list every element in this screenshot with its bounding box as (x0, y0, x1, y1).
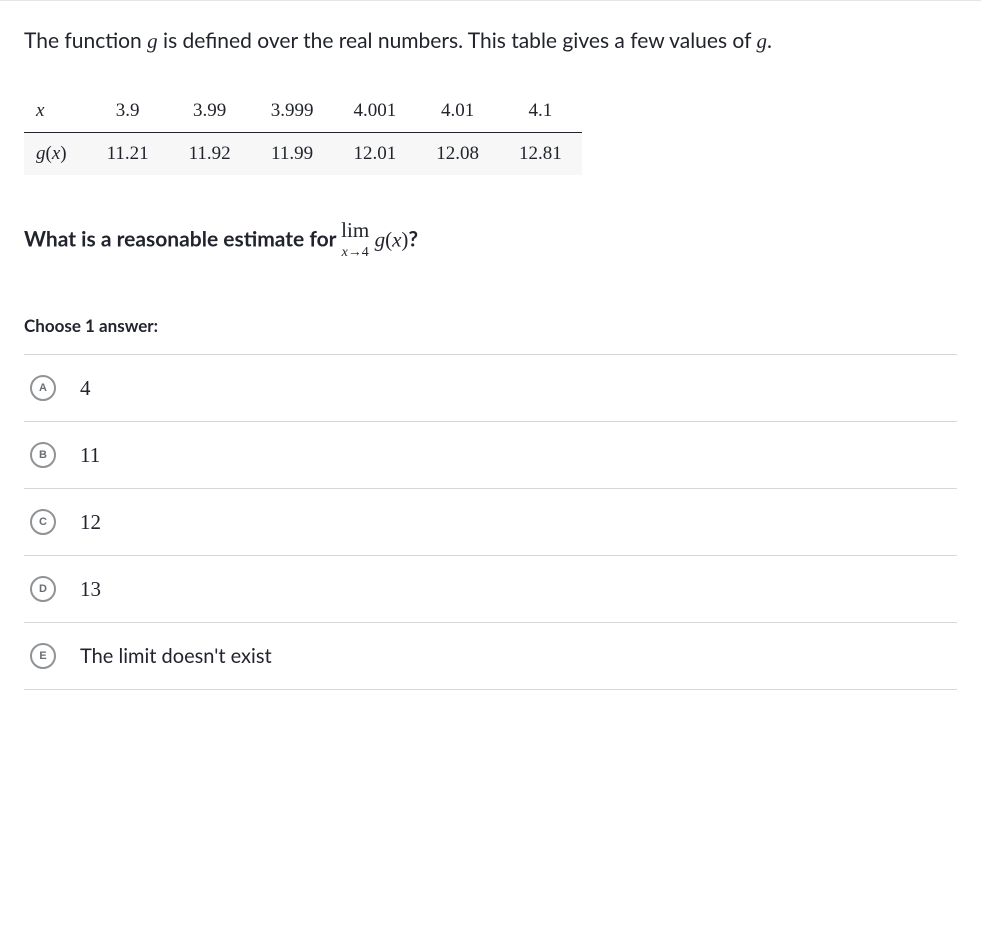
g-val: 11.21 (87, 132, 169, 175)
problem-intro: The function g is defined over the real … (24, 25, 957, 58)
intro-part3: . (767, 28, 772, 53)
radio-letter: B (30, 442, 56, 468)
limit-expression: limx→4 (341, 215, 369, 268)
intro-fn: g (147, 29, 158, 53)
question: What is a reasonable estimate for limx→4… (24, 215, 957, 268)
gx-expression: g(x) (375, 227, 409, 251)
intro-part1: The function (24, 28, 147, 53)
choose-prompt: Choose 1 answer: (24, 315, 957, 336)
intro-fn2: g (756, 29, 767, 53)
row-label-x: x (24, 90, 87, 133)
answer-list: A 4 B 11 C 12 D 13 E The limit doesn't e… (24, 354, 957, 690)
g-val: 12.81 (499, 132, 582, 175)
x-val: 4.1 (499, 90, 582, 133)
radio-letter: C (30, 509, 56, 535)
table-row-gx: g(x) 11.21 11.92 11.99 12.01 12.08 12.81 (24, 132, 582, 175)
g-val: 11.92 (169, 132, 251, 175)
question-suffix: ? (408, 226, 418, 251)
row-label-gx: g(x) (24, 132, 87, 175)
radio-letter: A (30, 375, 56, 401)
g-val: 11.99 (251, 132, 334, 175)
question-prefix: What is a reasonable estimate for (24, 226, 341, 251)
answer-text: 13 (80, 577, 101, 602)
g-val: 12.01 (333, 132, 416, 175)
answer-option-b[interactable]: B 11 (24, 421, 957, 488)
x-val: 4.001 (333, 90, 416, 133)
x-val: 3.99 (169, 90, 251, 133)
radio-letter: D (30, 576, 56, 602)
answer-text: 11 (80, 443, 100, 468)
answer-option-e[interactable]: E The limit doesn't exist (24, 622, 957, 690)
intro-part2: is defined over the real numbers. This t… (158, 28, 757, 53)
answer-option-c[interactable]: C 12 (24, 488, 957, 555)
x-val: 4.01 (416, 90, 499, 133)
x-val: 3.9 (87, 90, 169, 133)
x-val: 3.999 (251, 90, 334, 133)
g-val: 12.08 (416, 132, 499, 175)
answer-option-d[interactable]: D 13 (24, 555, 957, 622)
table-row-x: x 3.9 3.99 3.999 4.001 4.01 4.1 (24, 90, 582, 133)
answer-text: 12 (80, 510, 101, 535)
radio-letter: E (30, 643, 56, 669)
lim-sub: x→4 (341, 242, 369, 263)
answer-text: The limit doesn't exist (80, 644, 272, 668)
values-table: x 3.9 3.99 3.999 4.001 4.01 4.1 g(x) 11.… (24, 90, 582, 175)
answer-text: 4 (80, 376, 91, 401)
answer-option-a[interactable]: A 4 (24, 354, 957, 421)
